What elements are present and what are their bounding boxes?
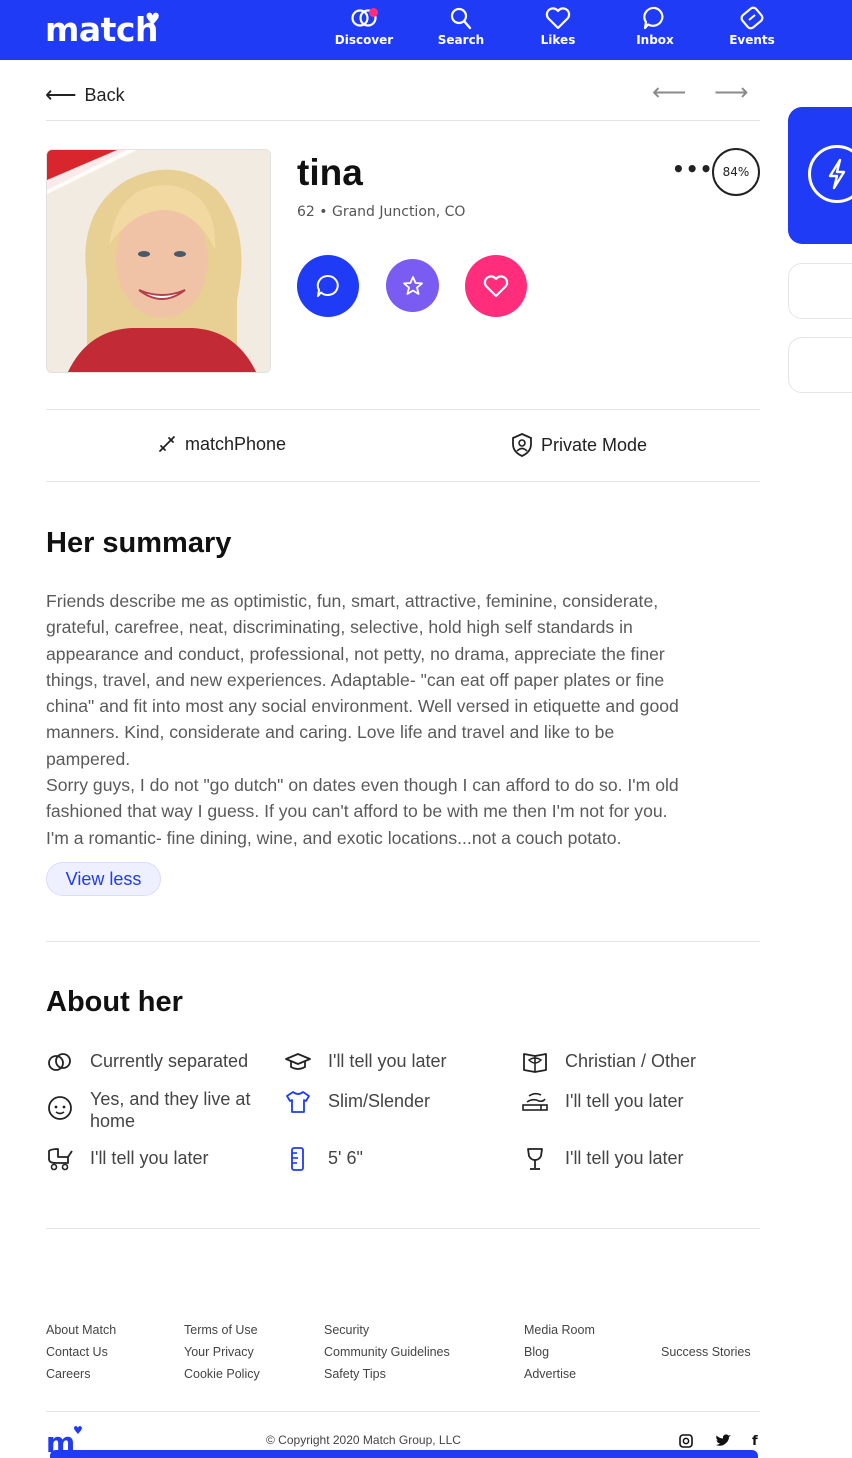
about-religion: Christian / Other (521, 1050, 696, 1074)
footer-link[interactable]: Advertise (524, 1367, 576, 1381)
about-smoking: I'll tell you later (521, 1090, 684, 1114)
match-logo[interactable]: match (45, 10, 158, 49)
divider (46, 409, 760, 410)
footer-link[interactable]: Cookie Policy (184, 1367, 260, 1381)
heart-icon (483, 275, 509, 298)
search-icon (450, 7, 472, 30)
about-children: Yes, and they live at home (46, 1088, 276, 1132)
side-card-1[interactable] (788, 263, 852, 319)
boost-icon (808, 145, 852, 203)
footer-logo-heart-icon: ♥ (73, 1424, 83, 1437)
nav-likes-label: Likes (540, 33, 576, 47)
footer-link[interactable]: Blog (524, 1345, 549, 1359)
about-wants-kids: I'll tell you later (46, 1147, 209, 1171)
book-icon (523, 1053, 547, 1073)
about-height-text: 5' 6" (328, 1148, 363, 1168)
footer-link[interactable]: Community Guidelines (324, 1345, 450, 1359)
about-wants-kids-text: I'll tell you later (90, 1148, 209, 1168)
arrow-left-icon: ⟵ (45, 82, 77, 107)
chat-icon (643, 6, 664, 30)
private-mode-button[interactable]: Private Mode (509, 432, 647, 458)
summary-text: Friends describe me as optimistic, fun, … (46, 591, 679, 848)
top-nav-bar: match ♥ Discover Search Likes Inbox Even… (0, 0, 852, 60)
divider (46, 481, 760, 482)
footer-link[interactable]: Media Room (524, 1323, 595, 1337)
heart-icon (545, 7, 571, 30)
footer-link[interactable]: Terms of Use (184, 1323, 258, 1337)
nav-inbox-label: Inbox (636, 33, 674, 47)
message-button[interactable] (297, 255, 359, 317)
chat-icon (316, 274, 339, 297)
match-phone-button[interactable]: matchPhone (155, 432, 286, 456)
back-label: Back (84, 84, 125, 105)
footer-link[interactable]: About Match (46, 1323, 116, 1337)
stroller-icon (48, 1148, 73, 1171)
nav-likes[interactable]: Likes (518, 6, 598, 47)
bottom-bar (50, 1450, 758, 1458)
footer-link[interactable]: Security (324, 1323, 369, 1337)
about-height: 5' 6" (284, 1147, 363, 1171)
about-education-text: I'll tell you later (328, 1051, 447, 1071)
nav-events-label: Events (729, 33, 775, 47)
nav-inbox[interactable]: Inbox (615, 6, 695, 47)
shirt-icon (286, 1091, 310, 1113)
about-children-text: Yes, and they live at home (90, 1089, 251, 1131)
rings-icon (48, 1053, 71, 1071)
about-drinking-text: I'll tell you later (565, 1148, 684, 1168)
child-face-icon (48, 1096, 72, 1120)
about-education: I'll tell you later (284, 1050, 447, 1074)
about-relationship: Currently separated (46, 1050, 248, 1074)
divider (46, 941, 760, 942)
nav-events[interactable]: Events (712, 6, 792, 47)
footer-link[interactable]: Safety Tips (324, 1367, 386, 1381)
nav-discover[interactable]: Discover (324, 6, 404, 47)
match-phone-label: matchPhone (185, 433, 287, 454)
about-body-type: Slim/Slender (284, 1090, 430, 1114)
profile-name: tina (297, 152, 363, 193)
footer-link[interactable]: Careers (46, 1367, 90, 1381)
wine-glass-icon (527, 1148, 543, 1170)
summary-heading: Her summary (46, 527, 232, 559)
about-relationship-text: Currently separated (90, 1051, 249, 1071)
footer-link[interactable]: Contact Us (46, 1345, 108, 1359)
favorite-button[interactable] (386, 259, 439, 312)
next-profile-arrow-icon[interactable]: ⟶ (714, 78, 748, 106)
notification-dot (369, 8, 378, 17)
divider (46, 120, 760, 121)
about-body-type-text: Slim/Slender (328, 1091, 431, 1111)
side-card-2[interactable] (788, 337, 852, 393)
ticket-icon (740, 6, 764, 30)
star-icon (402, 275, 423, 295)
copyright-text: © Copyright 2020 Match Group, LLC (266, 1433, 461, 1447)
nav-search[interactable]: Search (421, 6, 501, 47)
like-button[interactable] (465, 255, 527, 317)
private-mode-label: Private Mode (541, 434, 648, 455)
profile-photo[interactable] (46, 149, 271, 373)
back-button[interactable]: ⟵ Back (45, 82, 125, 108)
more-options-icon[interactable]: ••• (672, 157, 713, 181)
match-percentage-value: 84% (722, 165, 750, 179)
view-less-button[interactable]: View less (46, 862, 161, 896)
divider (46, 1411, 760, 1412)
footer-link[interactable]: Success Stories (661, 1345, 751, 1359)
logo-heart-icon: ♥ (145, 10, 161, 30)
about-religion-text: Christian / Other (565, 1051, 697, 1071)
divider (46, 1228, 760, 1229)
footer-link[interactable]: Your Privacy (184, 1345, 254, 1359)
match-percentage-badge[interactable]: 84% (712, 148, 760, 196)
ruler-icon (291, 1147, 304, 1171)
about-heading: About her (46, 986, 183, 1018)
facebook-icon[interactable]: f (752, 1434, 758, 1449)
boost-panel[interactable] (788, 107, 852, 244)
previous-profile-arrow-icon[interactable]: ⟵ (652, 78, 686, 106)
cigarette-icon (522, 1092, 548, 1111)
about-drinking: I'll tell you later (521, 1147, 684, 1171)
shield-user-icon (512, 433, 532, 457)
nav-discover-label: Discover (334, 33, 394, 47)
profile-age-location: 62 • Grand Junction, CO (297, 204, 466, 220)
nav-search-label: Search (437, 33, 485, 47)
about-smoking-text: I'll tell you later (565, 1091, 684, 1111)
graduation-cap-icon (285, 1053, 311, 1070)
phone-icon (159, 436, 175, 452)
